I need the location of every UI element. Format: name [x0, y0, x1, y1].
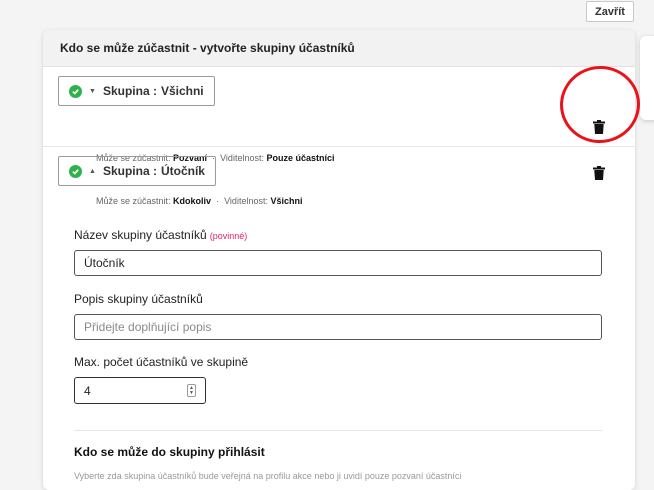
participant-groups-card: Kdo se může zúčastnit - vytvořte skupiny…	[43, 30, 635, 490]
caret-up-icon[interactable]: ▲	[89, 168, 96, 175]
check-circle-icon	[69, 164, 82, 178]
check-circle-icon	[69, 84, 82, 98]
caret-down-icon[interactable]: ▼	[89, 88, 96, 95]
group-chip-all[interactable]: ▼ Skupina : Všichni	[58, 76, 215, 106]
group-item: ▼ Skupina : Všichni Může se zúčastnit: P…	[43, 67, 635, 163]
group-name: Útočník	[160, 164, 205, 178]
trash-icon[interactable]	[593, 166, 607, 180]
group-name-label: Název skupiny účastníků (povinné)	[74, 228, 248, 242]
max-participants-value: 4	[84, 383, 91, 398]
divider	[43, 146, 635, 147]
max-participants-label: Max. počet účastníků ve skupině	[74, 355, 249, 369]
side-panel	[640, 36, 654, 120]
signup-section-desc: Vyberte zda skupina účastníků bude veřej…	[74, 471, 462, 481]
group-name: Všichni	[160, 84, 204, 98]
card-title: Kdo se může zúčastnit - vytvořte skupiny…	[43, 30, 635, 67]
max-participants-stepper[interactable]: 4 ▲ ▼	[74, 377, 206, 404]
group-desc-label: Popis skupiny účastníků	[74, 292, 203, 306]
group-chip-attacker[interactable]: ▲ Skupina : Útočník	[58, 156, 216, 186]
group-name-input[interactable]: Útočník	[74, 250, 602, 276]
close-button[interactable]: Zavřít	[586, 1, 634, 22]
divider	[74, 430, 602, 431]
spinner-icon[interactable]: ▲ ▼	[187, 384, 196, 397]
group-desc-input[interactable]: Přidejte doplňující popis	[74, 314, 602, 340]
group-label: Skupina :	[102, 164, 157, 178]
signup-section-title: Kdo se může do skupiny přihlásit	[74, 445, 265, 459]
group-meta: Může se zúčastnit: Kdokoliv · Viditelnos…	[96, 196, 303, 206]
required-note: (povinné)	[209, 231, 248, 241]
group-label: Skupina :	[102, 84, 157, 98]
